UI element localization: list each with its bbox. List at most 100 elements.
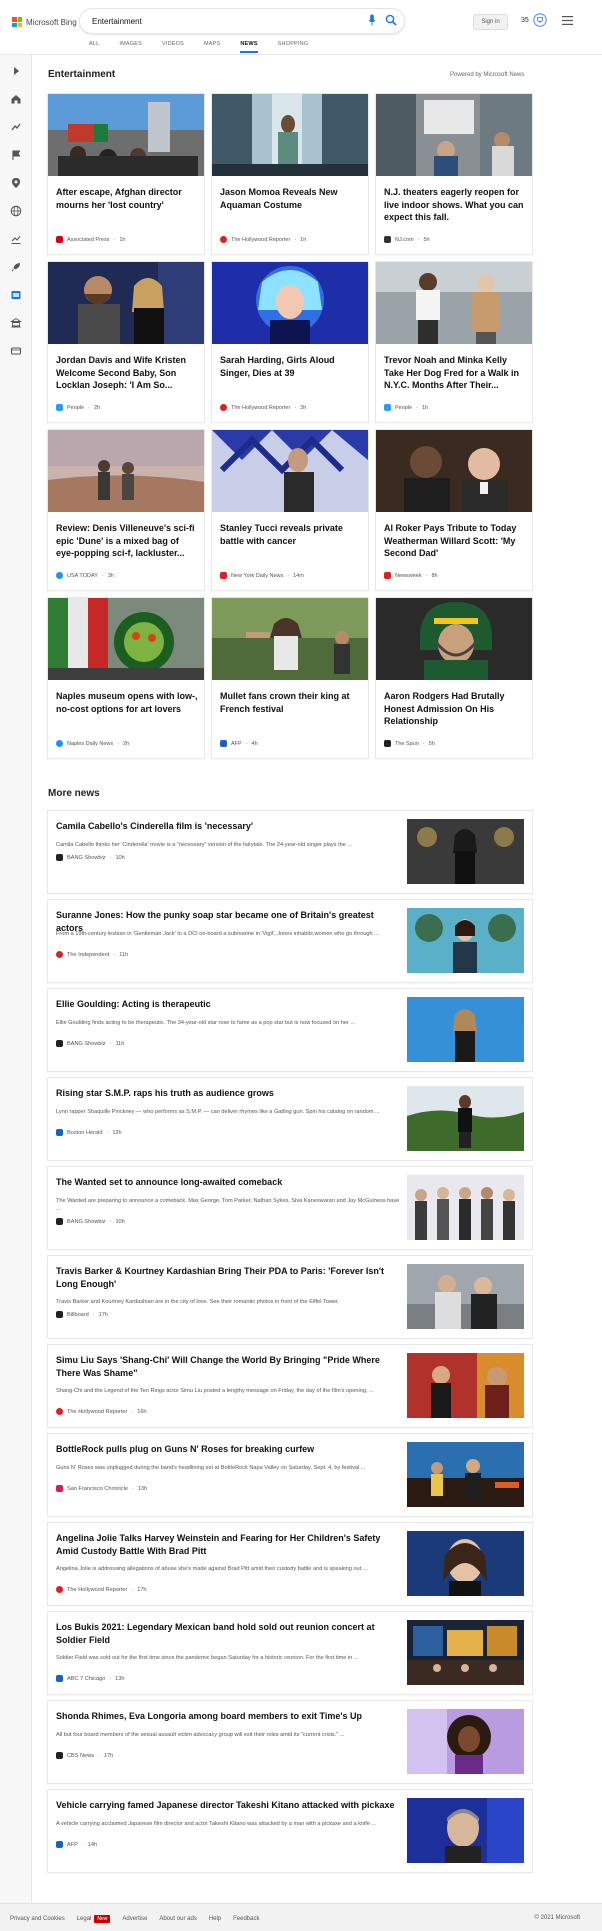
news-card[interactable]: Sarah Harding, Girls Aloud Singer, Dies … <box>212 262 368 422</box>
card-title[interactable]: Naples museum opens with low-, no-cost o… <box>56 690 198 715</box>
more-news-item[interactable]: Camila Cabello's Cinderella film is 'nec… <box>48 811 532 893</box>
card-source: People · 2h <box>56 404 100 411</box>
news-card[interactable]: Al Roker Pays Tribute to Today Weatherma… <box>376 430 532 590</box>
card-source: Associated Press · 1h <box>56 236 125 243</box>
source-logo-icon <box>56 404 63 411</box>
rewards-count[interactable]: 35 <box>521 17 529 24</box>
more-news-item[interactable]: Shonda Rhimes, Eva Longoria among board … <box>48 1701 532 1783</box>
footer-link-about-ads[interactable]: About our ads <box>159 1916 196 1922</box>
tab-shopping[interactable]: SHOPPING <box>278 41 309 53</box>
more-news-item[interactable]: Los Bukis 2021: Legendary Mexican band h… <box>48 1612 532 1694</box>
more-news-item[interactable]: Rising star S.M.P. raps his truth as aud… <box>48 1078 532 1160</box>
tab-news[interactable]: NEWS <box>240 41 258 53</box>
source-name: The Spun <box>395 740 419 747</box>
source-name: Naples Daily News <box>67 740 114 747</box>
home-icon[interactable] <box>10 93 22 105</box>
card-thumbnail <box>48 94 204 176</box>
item-title[interactable]: BottleRock pulls plug on Guns N' Roses f… <box>56 1443 401 1456</box>
trending-icon[interactable] <box>10 121 22 133</box>
card-title[interactable]: Trevor Noah and Minka Kelly Take Her Dog… <box>384 354 526 392</box>
bing-logo[interactable]: Microsoft Bing <box>12 15 77 29</box>
news-card[interactable]: Mullet fans crown their king at French f… <box>212 598 368 758</box>
item-title[interactable]: Camila Cabello's Cinderella film is 'nec… <box>56 820 401 833</box>
powered-by-label[interactable]: Powered by Microsoft News <box>450 72 524 78</box>
item-title[interactable]: Shonda Rhimes, Eva Longoria among board … <box>56 1710 401 1723</box>
card-thumbnail <box>376 262 532 344</box>
more-news-item[interactable]: Angelina Jolie Talks Harvey Weinstein an… <box>48 1523 532 1605</box>
item-title[interactable]: Travis Barker & Kourtney Kardashian Brin… <box>56 1265 401 1290</box>
more-news-item[interactable]: Vehicle carrying famed Japanese director… <box>48 1790 532 1872</box>
footer-link-legal[interactable]: Legal <box>77 1916 92 1922</box>
more-news-item[interactable]: BottleRock pulls plug on Guns N' Roses f… <box>48 1434 532 1516</box>
item-title[interactable]: Simu Liu Says 'Shang-Chi' Will Change th… <box>56 1354 401 1379</box>
card-title[interactable]: N.J. theaters eagerly reopen for live in… <box>384 186 526 224</box>
item-title[interactable]: Los Bukis 2021: Legendary Mexican band h… <box>56 1621 401 1646</box>
news-card[interactable]: Naples museum opens with low-, no-cost o… <box>48 598 204 758</box>
source-logo-icon <box>384 404 391 411</box>
bank-icon[interactable] <box>10 317 22 329</box>
tab-images[interactable]: IMAGES <box>119 41 142 53</box>
item-snippet: The Wanted are preparing to announce a c… <box>56 1198 400 1212</box>
search-input[interactable] <box>92 13 322 29</box>
footer-link-privacy[interactable]: Privacy and Cookies <box>10 1916 65 1922</box>
more-news-item[interactable]: Ellie Goulding: Acting is therapeutic El… <box>48 989 532 1071</box>
item-thumbnail <box>407 1353 524 1418</box>
card-title[interactable]: After escape, Afghan director mourns her… <box>56 186 198 211</box>
tab-videos[interactable]: VIDEOS <box>162 41 184 53</box>
footer-link-help[interactable]: Help <box>209 1916 221 1922</box>
news-card[interactable]: N.J. theaters eagerly reopen for live in… <box>376 94 532 254</box>
microphone-icon[interactable] <box>368 14 376 26</box>
tab-all[interactable]: ALL <box>89 41 99 53</box>
card-title[interactable]: Al Roker Pays Tribute to Today Weatherma… <box>384 522 526 560</box>
item-thumbnail <box>407 1442 524 1507</box>
news-card[interactable]: Aaron Rodgers Had Brutally Honest Admiss… <box>376 598 532 758</box>
more-news-item[interactable]: Suranne Jones: How the punky soap star b… <box>48 900 532 982</box>
expand-arrow-icon[interactable] <box>10 65 22 77</box>
item-title[interactable]: Ellie Goulding: Acting is therapeutic <box>56 998 401 1011</box>
card-source: New York Daily News · 14m <box>220 572 304 579</box>
tab-maps[interactable]: MAPS <box>204 41 220 53</box>
hamburger-menu-icon[interactable] <box>562 16 573 25</box>
source-name: The Independent <box>67 951 110 958</box>
video-icon[interactable] <box>10 345 22 357</box>
footer-link-advertise[interactable]: Advertise <box>122 1916 147 1922</box>
news-card[interactable]: Jason Momoa Reveals New Aquaman Costume … <box>212 94 368 254</box>
card-title[interactable]: Jordan Davis and Wife Kristen Welcome Se… <box>56 354 198 392</box>
news-card[interactable]: Stanley Tucci reveals private battle wit… <box>212 430 368 590</box>
news-card[interactable]: Review: Denis Villeneuve's sci-fi epic '… <box>48 430 204 590</box>
search-icon[interactable] <box>385 14 397 26</box>
stock-chart-icon[interactable] <box>10 233 22 245</box>
source-age: 13h <box>115 1675 125 1682</box>
more-news-item[interactable]: Simu Liu Says 'Shang-Chi' Will Change th… <box>48 1345 532 1427</box>
item-title[interactable]: Rising star S.M.P. raps his truth as aud… <box>56 1087 401 1100</box>
more-news-item[interactable]: Travis Barker & Kourtney Kardashian Brin… <box>48 1256 532 1338</box>
more-news-item[interactable]: The Wanted set to announce long-awaited … <box>48 1167 532 1249</box>
item-title[interactable]: Vehicle carrying famed Japanese director… <box>56 1799 401 1812</box>
rocket-icon[interactable] <box>10 261 22 273</box>
rewards-trophy-icon[interactable] <box>533 13 547 27</box>
card-title[interactable]: Aaron Rodgers Had Brutally Honest Admiss… <box>384 690 526 728</box>
news-card[interactable]: Jordan Davis and Wife Kristen Welcome Se… <box>48 262 204 422</box>
card-title[interactable]: Review: Denis Villeneuve's sci-fi epic '… <box>56 522 198 560</box>
news-card[interactable]: After escape, Afghan director mourns her… <box>48 94 204 254</box>
card-thumbnail <box>48 598 204 680</box>
card-title[interactable]: Stanley Tucci reveals private battle wit… <box>220 522 362 547</box>
sign-in-button[interactable]: Sign in <box>473 14 508 30</box>
entertainment-icon[interactable] <box>10 289 22 301</box>
source-name: BANG Showbiz <box>67 1218 106 1225</box>
location-pin-icon[interactable] <box>10 177 22 189</box>
item-title[interactable]: The Wanted set to announce long-awaited … <box>56 1176 401 1189</box>
flag-icon[interactable] <box>10 149 22 161</box>
globe-icon[interactable] <box>10 205 22 217</box>
source-logo-icon <box>56 1311 63 1318</box>
card-title[interactable]: Sarah Harding, Girls Aloud Singer, Dies … <box>220 354 362 379</box>
source-name: Associated Press <box>67 236 110 243</box>
item-source: Billboard · 17h <box>56 1311 108 1318</box>
card-title[interactable]: Jason Momoa Reveals New Aquaman Costume <box>220 186 362 211</box>
card-title[interactable]: Mullet fans crown their king at French f… <box>220 690 362 715</box>
source-age: 10h <box>115 1218 125 1225</box>
news-card[interactable]: Trevor Noah and Minka Kelly Take Her Dog… <box>376 262 532 422</box>
item-title[interactable]: Angelina Jolie Talks Harvey Weinstein an… <box>56 1532 401 1557</box>
footer-link-feedback[interactable]: Feedback <box>233 1916 259 1922</box>
source-logo-icon <box>384 572 391 579</box>
